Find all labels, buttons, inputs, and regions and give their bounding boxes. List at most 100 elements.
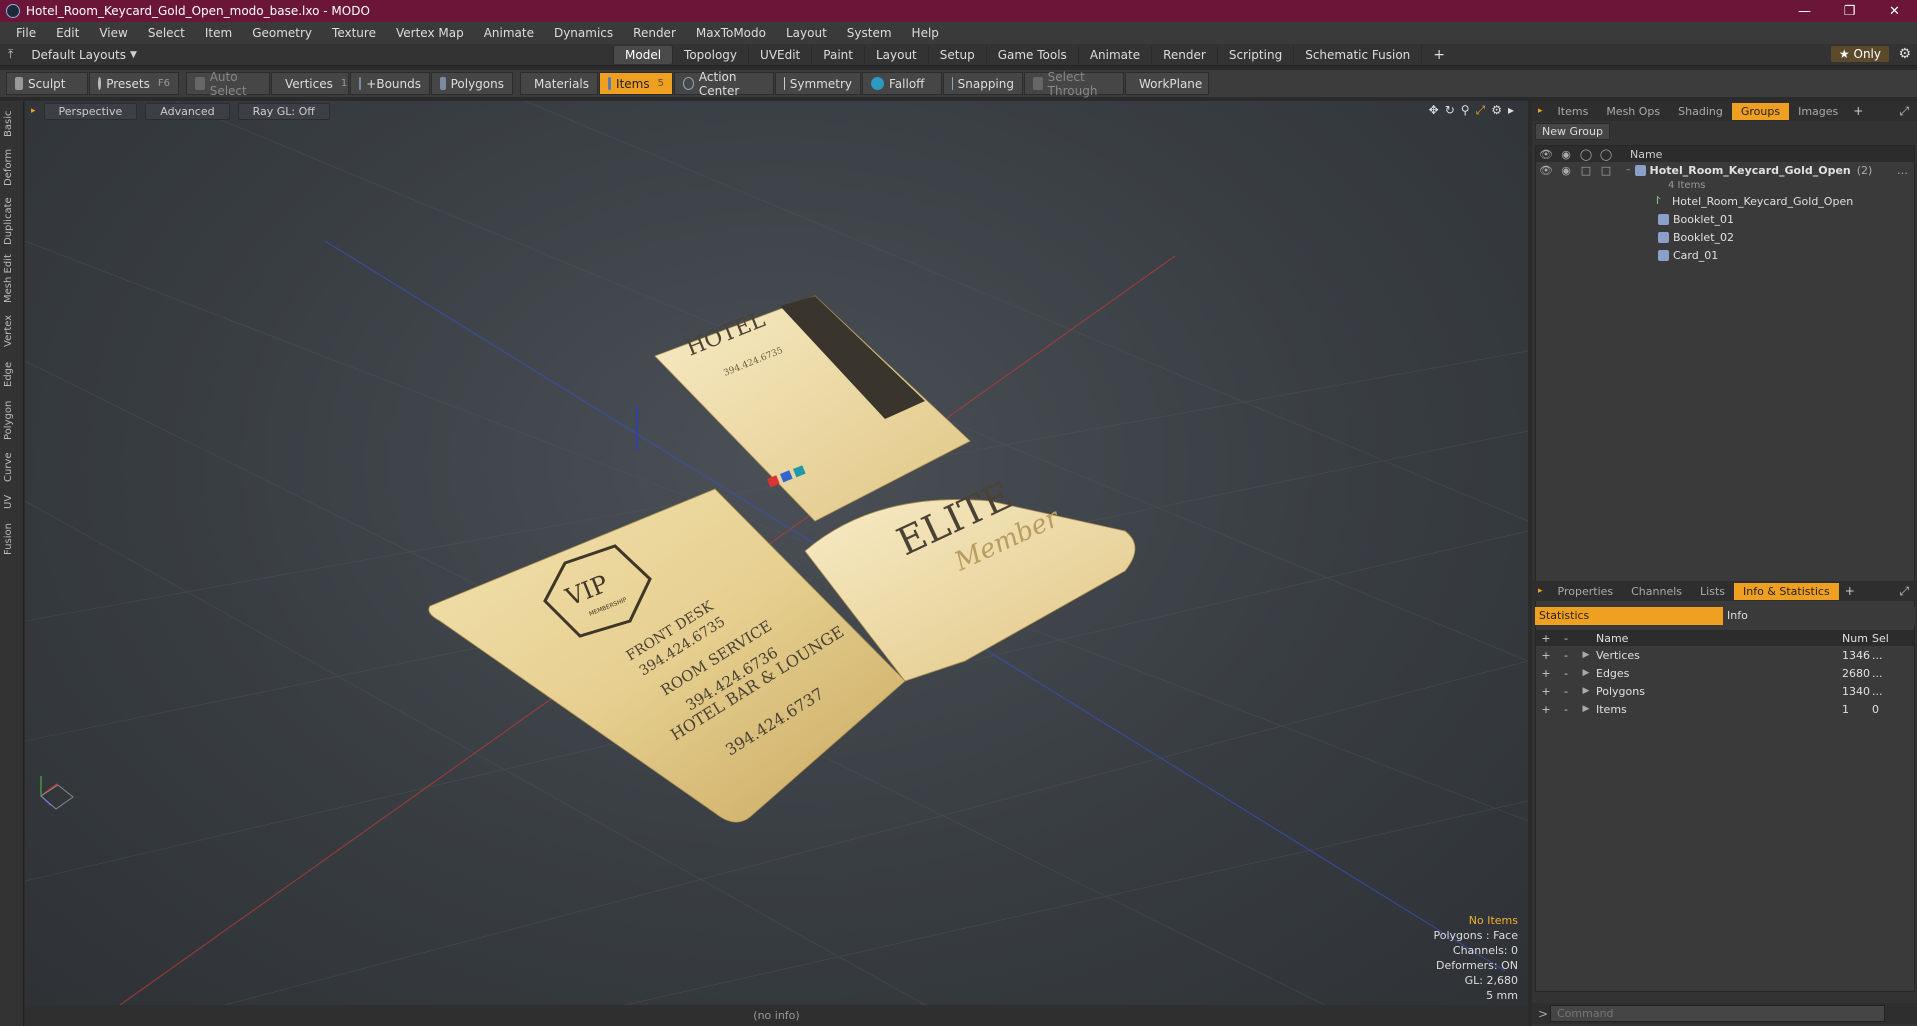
move-view-icon[interactable]: ✥	[1429, 103, 1439, 118]
command-input[interactable]	[1550, 1005, 1885, 1022]
bounds-button[interactable]: +Bounds	[350, 72, 430, 95]
layout-selector[interactable]: Default Layouts	[31, 48, 126, 62]
fit-view-icon[interactable]: ⤢	[1476, 103, 1486, 118]
menu-animate[interactable]: Animate	[474, 26, 544, 40]
sculpt-button[interactable]: Sculpt	[6, 72, 88, 95]
items-button[interactable]: Items 5	[599, 72, 673, 95]
stats-row[interactable]: + - ▶ Vertices 1346 ...	[1536, 646, 1914, 664]
raygl-button[interactable]: Ray GL: Off	[237, 102, 330, 120]
vtab-polygon[interactable]: Polygon	[3, 397, 21, 443]
remove-selection-button[interactable]: -	[1556, 685, 1576, 698]
tab-setup[interactable]: Setup	[927, 45, 986, 64]
tab-images[interactable]: Images	[1789, 103, 1847, 120]
action-center-button[interactable]: Action Center	[674, 70, 774, 98]
menu-layout[interactable]: Layout	[776, 26, 837, 40]
shading-mode-button[interactable]: Advanced	[145, 102, 230, 120]
auto-select-button[interactable]: Auto Select	[186, 70, 270, 98]
expand-arrow-icon[interactable]: ▶	[1576, 650, 1596, 660]
polygons-button[interactable]: Polygons	[431, 72, 513, 95]
tab-animate[interactable]: Animate	[1077, 45, 1151, 64]
menu-maxtomodo[interactable]: MaxToModo	[686, 26, 776, 40]
tab-items[interactable]: Items	[1549, 103, 1598, 120]
zoom-view-icon[interactable]: ⚲	[1461, 103, 1470, 118]
gear-icon[interactable]: ⚙	[1898, 46, 1911, 62]
add-panel-tab-icon[interactable]: +	[1847, 104, 1869, 118]
vtab-basic[interactable]: Basic	[3, 107, 21, 141]
remove-selection-button[interactable]: -	[1556, 649, 1576, 662]
tab-lists[interactable]: Lists	[1691, 583, 1734, 600]
snapping-button[interactable]: Snapping	[943, 72, 1023, 95]
tab-game-tools[interactable]: Game Tools	[985, 45, 1078, 64]
viewport-settings-icon[interactable]: ⚙	[1491, 103, 1502, 118]
group-row[interactable]: 👁 ◉ □ □ – Hotel_Room_Keycard_Gold_Open (…	[1536, 162, 1914, 178]
render-toggle-icon[interactable]: ◉	[1556, 164, 1576, 177]
menu-geometry[interactable]: Geometry	[242, 26, 322, 40]
collapse-all-button[interactable]: -	[1556, 632, 1576, 645]
symmetry-button[interactable]: Symmetry	[775, 72, 861, 95]
only-toggle[interactable]: ★ Only	[1830, 46, 1889, 62]
tab-shading[interactable]: Shading	[1669, 103, 1732, 120]
layout-arrow-icon[interactable]: ⤒	[8, 47, 13, 62]
vtab-uv[interactable]: UV	[3, 491, 21, 513]
rotate-view-icon[interactable]: ↻	[1445, 103, 1455, 118]
chevron-down-icon[interactable]: ▼	[130, 50, 137, 60]
select-through-button[interactable]: Select Through	[1024, 70, 1124, 98]
group-child-row[interactable]: Booklet_02	[1536, 228, 1914, 246]
tab-properties[interactable]: Properties	[1549, 583, 1623, 600]
viewport-menu-arrow-icon[interactable]: ▸	[31, 106, 36, 116]
select-toggle-icon[interactable]: □	[1596, 164, 1616, 177]
tab-layout[interactable]: Layout	[863, 45, 928, 64]
visibility-header-icon[interactable]: 👁	[1536, 148, 1556, 161]
stats-row[interactable]: + - ▶ Edges 2680 ...	[1536, 664, 1914, 682]
remove-selection-button[interactable]: -	[1556, 703, 1576, 716]
vtab-deform[interactable]: Deform	[3, 145, 21, 189]
tab-model[interactable]: Model	[613, 45, 673, 64]
add-tab-icon[interactable]: +	[1421, 44, 1456, 65]
tab-paint[interactable]: Paint	[811, 45, 864, 64]
subtab-info[interactable]: Info	[1723, 607, 1915, 625]
expand-all-button[interactable]: +	[1536, 632, 1556, 645]
vtab-edge[interactable]: Edge	[3, 357, 21, 391]
tab-mesh-ops[interactable]: Mesh Ops	[1597, 103, 1669, 120]
3d-viewport[interactable]: HOTEL 394.424.6735 VIP MEMBERSHIP FRONT …	[25, 101, 1528, 1005]
tab-topology[interactable]: Topology	[672, 45, 748, 64]
close-button[interactable]: ✕	[1872, 4, 1917, 19]
vertices-button[interactable]: Vertices 1	[271, 72, 349, 95]
group-child-row[interactable]: Card_01	[1536, 246, 1914, 264]
group-more-icon[interactable]: …	[1897, 164, 1908, 177]
vtab-curve[interactable]: Curve	[3, 449, 21, 485]
menu-view[interactable]: View	[89, 26, 137, 40]
visibility-eye-icon[interactable]: 👁	[1536, 164, 1556, 177]
menu-item[interactable]: Item	[195, 26, 242, 40]
bottom-panel-expand-icon[interactable]: ⤢	[1899, 584, 1909, 599]
render-header-icon[interactable]: ◉	[1556, 148, 1576, 161]
subtab-statistics[interactable]: Statistics	[1535, 607, 1723, 625]
tab-info-statistics[interactable]: Info & Statistics	[1734, 582, 1839, 600]
menu-dynamics[interactable]: Dynamics	[544, 26, 623, 40]
workplane-button[interactable]: WorkPlane	[1125, 72, 1209, 95]
add-selection-button[interactable]: +	[1536, 649, 1556, 662]
tab-uvedit[interactable]: UVEdit	[748, 45, 811, 64]
view-mode-button[interactable]: Perspective	[43, 102, 138, 120]
menu-render[interactable]: Render	[623, 26, 686, 40]
lock-toggle-icon[interactable]: □	[1576, 164, 1596, 177]
vtab-vertex[interactable]: Vertex	[3, 311, 21, 351]
menu-texture[interactable]: Texture	[322, 26, 386, 40]
vtab-duplicate[interactable]: Duplicate	[3, 195, 21, 247]
new-group-button[interactable]: New Group	[1535, 123, 1610, 140]
presets-button[interactable]: Presets F6	[89, 72, 179, 95]
group-child-row[interactable]: Booklet_01	[1536, 210, 1914, 228]
expand-arrow-icon[interactable]: ▶	[1576, 704, 1596, 714]
expand-arrow-icon[interactable]: ▶	[1576, 686, 1596, 696]
group-child-row[interactable]: ⨡ Hotel_Room_Keycard_Gold_Open	[1536, 192, 1914, 210]
tab-schematic-fusion[interactable]: Schematic Fusion	[1293, 45, 1421, 64]
menu-file[interactable]: File	[6, 26, 46, 40]
viewport-expand-icon[interactable]: ▸	[1508, 103, 1514, 118]
lock-header-icon[interactable]: ◯	[1576, 148, 1596, 161]
tab-render[interactable]: Render	[1151, 45, 1217, 64]
add-selection-button[interactable]: +	[1536, 667, 1556, 680]
add-selection-button[interactable]: +	[1536, 685, 1556, 698]
select-header-icon[interactable]: ◯	[1596, 148, 1616, 161]
tab-scripting[interactable]: Scripting	[1216, 45, 1293, 64]
minimize-button[interactable]: —	[1782, 4, 1827, 19]
